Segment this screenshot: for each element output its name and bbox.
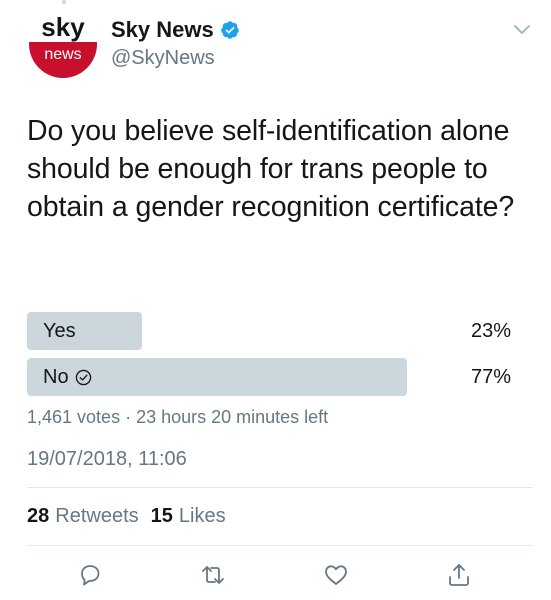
chevron-down-icon[interactable] bbox=[513, 24, 531, 36]
likes-label: Likes bbox=[178, 505, 226, 527]
poll-option-yes[interactable]: Yes 23% bbox=[27, 312, 521, 350]
share-icon bbox=[449, 564, 469, 586]
retweets-stat[interactable]: 28 Retweets bbox=[27, 503, 139, 529]
tweet-stats: 28 Retweets 15 Likes bbox=[27, 503, 226, 529]
poll: Yes 23% No 77% bbox=[27, 312, 521, 404]
share-button[interactable] bbox=[445, 561, 473, 589]
retweets-label: Retweets bbox=[55, 505, 139, 527]
reply-icon bbox=[81, 565, 100, 586]
sky-news-logo: sky news bbox=[29, 14, 97, 78]
poll-option-percent: 23% bbox=[470, 320, 511, 342]
poll-meta: 1,461 votes · 23 hours 20 minutes left bbox=[27, 407, 329, 427]
retweets-count: 28 bbox=[27, 505, 50, 527]
svg-text:news: news bbox=[44, 46, 81, 63]
likes-count: 15 bbox=[150, 505, 173, 527]
divider bbox=[27, 487, 533, 488]
svg-text:sky: sky bbox=[41, 14, 85, 42]
handle[interactable]: @SkyNews bbox=[111, 45, 240, 71]
divider bbox=[27, 545, 533, 546]
check-circle-icon bbox=[75, 369, 91, 385]
poll-option-text: Yes bbox=[43, 320, 76, 342]
retweet-button[interactable] bbox=[199, 561, 227, 589]
display-name[interactable]: Sky News bbox=[111, 17, 214, 43]
like-icon bbox=[325, 565, 347, 585]
tweet-timestamp[interactable]: 19/07/2018, 11:06 bbox=[27, 446, 187, 472]
account-info: Sky News @SkyNews bbox=[111, 17, 240, 71]
display-name-row[interactable]: Sky News bbox=[111, 17, 240, 43]
tweet-header: sky news Sky News @SkyNews bbox=[27, 14, 531, 80]
retweet-icon bbox=[202, 566, 224, 584]
avatar[interactable]: sky news bbox=[27, 14, 99, 80]
like-button[interactable] bbox=[322, 561, 350, 589]
reply-button[interactable] bbox=[76, 561, 104, 589]
tweet-actions bbox=[0, 555, 551, 595]
tweet-text: Do you believe self-identification alone… bbox=[27, 115, 515, 223]
verified-badge-icon bbox=[220, 21, 239, 39]
poll-option-label: No bbox=[43, 358, 92, 396]
poll-option-text: No bbox=[43, 366, 69, 388]
poll-option-no[interactable]: No 77% bbox=[27, 358, 521, 396]
poll-option-percent: 77% bbox=[470, 366, 511, 388]
poll-option-label: Yes bbox=[43, 312, 76, 350]
likes-stat[interactable]: 15 Likes bbox=[151, 503, 226, 529]
scroll-indicator-dot bbox=[62, 0, 66, 4]
